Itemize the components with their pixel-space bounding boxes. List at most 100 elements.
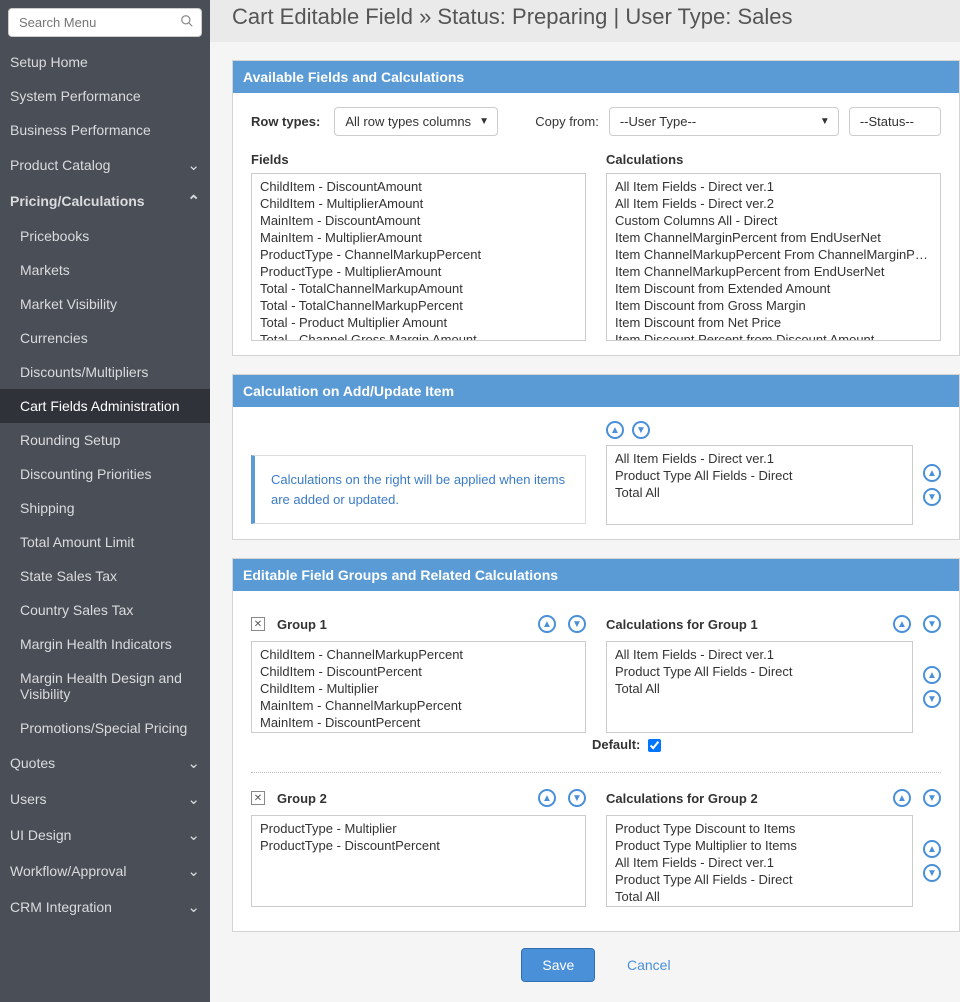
- nav-currencies[interactable]: Currencies: [0, 321, 210, 355]
- row-types-select[interactable]: All row types columns▼: [334, 107, 498, 136]
- list-item[interactable]: Total All: [609, 484, 910, 501]
- nav-pricing-calculations[interactable]: Pricing/Calculations⌃: [0, 183, 210, 219]
- move-up-icon[interactable]: ▲: [538, 789, 556, 807]
- group2-calcs-listbox[interactable]: Product Type Discount to ItemsProduct Ty…: [606, 815, 913, 907]
- group1-fields-listbox[interactable]: ChildItem - ChannelMarkupPercentChildIte…: [251, 641, 586, 733]
- list-item[interactable]: Product Type Discount to Items: [609, 820, 910, 837]
- list-item[interactable]: Product Type Multiplier to Items: [609, 837, 910, 854]
- list-item[interactable]: ProductType - ChannelMarkupPercent: [254, 246, 583, 263]
- list-item[interactable]: All Item Fields - Direct ver.2: [609, 195, 938, 212]
- nav-market-visibility[interactable]: Market Visibility: [0, 287, 210, 321]
- list-item[interactable]: Total - Product Multiplier Amount: [254, 314, 583, 331]
- nav-pricebooks[interactable]: Pricebooks: [0, 219, 210, 253]
- list-item[interactable]: ProductType - DiscountPercent: [254, 837, 583, 854]
- nav-users[interactable]: Users⌄: [0, 781, 210, 817]
- chevron-down-icon: ⌄: [187, 790, 200, 808]
- move-down-icon[interactable]: ▼: [632, 421, 650, 439]
- nav-promotions[interactable]: Promotions/Special Pricing: [0, 711, 210, 745]
- list-item[interactable]: All Item Fields - Direct ver.1: [609, 646, 910, 663]
- nav-workflow-approval[interactable]: Workflow/Approval⌄: [0, 853, 210, 889]
- delete-group-icon[interactable]: ✕: [251, 617, 265, 631]
- list-item[interactable]: Item Discount from Net Price: [609, 314, 938, 331]
- caret-icon: ▼: [479, 116, 489, 127]
- list-item[interactable]: All Item Fields - Direct ver.1: [609, 450, 910, 467]
- default-checkbox[interactable]: [648, 739, 661, 752]
- nav-total-amount-limit[interactable]: Total Amount Limit: [0, 525, 210, 559]
- list-item[interactable]: MainItem - DiscountAmount: [254, 212, 583, 229]
- move-down-icon[interactable]: ▼: [568, 615, 586, 633]
- nav-ui-design[interactable]: UI Design⌄: [0, 817, 210, 853]
- cancel-button[interactable]: Cancel: [627, 957, 671, 973]
- list-item[interactable]: Item ChannelMarkupPercent from EndUserNe…: [609, 263, 938, 280]
- list-item[interactable]: ChildItem - Multiplier: [254, 680, 583, 697]
- delete-group-icon[interactable]: ✕: [251, 791, 265, 805]
- nav-state-sales-tax[interactable]: State Sales Tax: [0, 559, 210, 593]
- list-item[interactable]: ChildItem - DiscountPercent: [254, 663, 583, 680]
- calculations-listbox[interactable]: All Item Fields - Direct ver.1All Item F…: [606, 173, 941, 341]
- list-item[interactable]: MainItem - ChannelMarkupPercent: [254, 697, 583, 714]
- list-item[interactable]: Total - Channel Gross Margin Amount: [254, 331, 583, 341]
- move-up-icon[interactable]: ▲: [923, 666, 941, 684]
- nav-margin-health-design[interactable]: Margin Health Design and Visibility: [0, 661, 210, 711]
- move-up-icon[interactable]: ▲: [606, 421, 624, 439]
- move-up-icon[interactable]: ▲: [923, 840, 941, 858]
- copy-from-user-type-select[interactable]: --User Type--▼: [609, 107, 839, 136]
- nav-country-sales-tax[interactable]: Country Sales Tax: [0, 593, 210, 627]
- nav-product-catalog[interactable]: Product Catalog⌄: [0, 147, 210, 183]
- list-item[interactable]: ProductType - MultiplierAmount: [254, 263, 583, 280]
- list-item[interactable]: Total - TotalChannelMarkupPercent: [254, 297, 583, 314]
- list-item[interactable]: Item Discount Percent from Discount Amou…: [609, 331, 938, 341]
- list-item[interactable]: MainItem - MultiplierAmount: [254, 229, 583, 246]
- nav-crm-integration[interactable]: CRM Integration⌄: [0, 889, 210, 925]
- list-item[interactable]: ChildItem - ChannelMarkupPercent: [254, 646, 583, 663]
- list-item[interactable]: All Item Fields - Direct ver.1: [609, 854, 910, 871]
- nav-discounting-priorities[interactable]: Discounting Priorities: [0, 457, 210, 491]
- move-down-icon[interactable]: ▼: [923, 864, 941, 882]
- list-item[interactable]: Total - TotalChannelMarkupAmount: [254, 280, 583, 297]
- move-down-icon[interactable]: ▼: [923, 690, 941, 708]
- move-up-icon[interactable]: ▲: [923, 464, 941, 482]
- move-up-icon[interactable]: ▲: [893, 789, 911, 807]
- nav-setup-home[interactable]: Setup Home: [0, 45, 210, 79]
- nav-discounts-multipliers[interactable]: Discounts/Multipliers: [0, 355, 210, 389]
- list-item[interactable]: ChildItem - DiscountAmount: [254, 178, 583, 195]
- list-item[interactable]: Item ChannelMarkupPercent From ChannelMa…: [609, 246, 938, 263]
- chevron-down-icon: ⌄: [187, 826, 200, 844]
- list-item[interactable]: Product Type All Fields - Direct: [609, 467, 910, 484]
- group2-fields-listbox[interactable]: ProductType - MultiplierProductType - Di…: [251, 815, 586, 907]
- list-item[interactable]: All Item Fields - Direct ver.1: [609, 178, 938, 195]
- nav-markets[interactable]: Markets: [0, 253, 210, 287]
- calc-on-add-listbox[interactable]: All Item Fields - Direct ver.1Product Ty…: [606, 445, 913, 525]
- chevron-up-icon: ⌃: [187, 192, 200, 210]
- list-item[interactable]: MainItem - Multiplier: [254, 731, 583, 733]
- move-down-icon[interactable]: ▼: [923, 615, 941, 633]
- list-item[interactable]: ProductType - Multiplier: [254, 820, 583, 837]
- copy-from-status-select[interactable]: --Status--: [849, 107, 941, 136]
- nav-rounding-setup[interactable]: Rounding Setup: [0, 423, 210, 457]
- move-up-icon[interactable]: ▲: [538, 615, 556, 633]
- nav-cart-fields-admin[interactable]: Cart Fields Administration: [0, 389, 210, 423]
- nav-system-performance[interactable]: System Performance: [0, 79, 210, 113]
- list-item[interactable]: Item ChannelMarginPercent from EndUserNe…: [609, 229, 938, 246]
- search-input[interactable]: [8, 8, 202, 37]
- list-item[interactable]: Item Discount from Extended Amount: [609, 280, 938, 297]
- list-item[interactable]: Product Type All Fields - Direct: [609, 663, 910, 680]
- nav-margin-health-indicators[interactable]: Margin Health Indicators: [0, 627, 210, 661]
- move-down-icon[interactable]: ▼: [923, 789, 941, 807]
- list-item[interactable]: Item Discount from Gross Margin: [609, 297, 938, 314]
- fields-listbox[interactable]: ChildItem - DiscountAmountChildItem - Mu…: [251, 173, 586, 341]
- nav-business-performance[interactable]: Business Performance: [0, 113, 210, 147]
- nav-quotes[interactable]: Quotes⌄: [0, 745, 210, 781]
- move-up-icon[interactable]: ▲: [893, 615, 911, 633]
- list-item[interactable]: Custom Columns All - Direct: [609, 212, 938, 229]
- list-item[interactable]: Total All: [609, 888, 910, 905]
- save-button[interactable]: Save: [521, 948, 595, 982]
- group1-calcs-listbox[interactable]: All Item Fields - Direct ver.1Product Ty…: [606, 641, 913, 733]
- list-item[interactable]: Total All: [609, 680, 910, 697]
- list-item[interactable]: ChildItem - MultiplierAmount: [254, 195, 583, 212]
- move-down-icon[interactable]: ▼: [923, 488, 941, 506]
- nav-shipping[interactable]: Shipping: [0, 491, 210, 525]
- move-down-icon[interactable]: ▼: [568, 789, 586, 807]
- list-item[interactable]: Product Type All Fields - Direct: [609, 871, 910, 888]
- list-item[interactable]: MainItem - DiscountPercent: [254, 714, 583, 731]
